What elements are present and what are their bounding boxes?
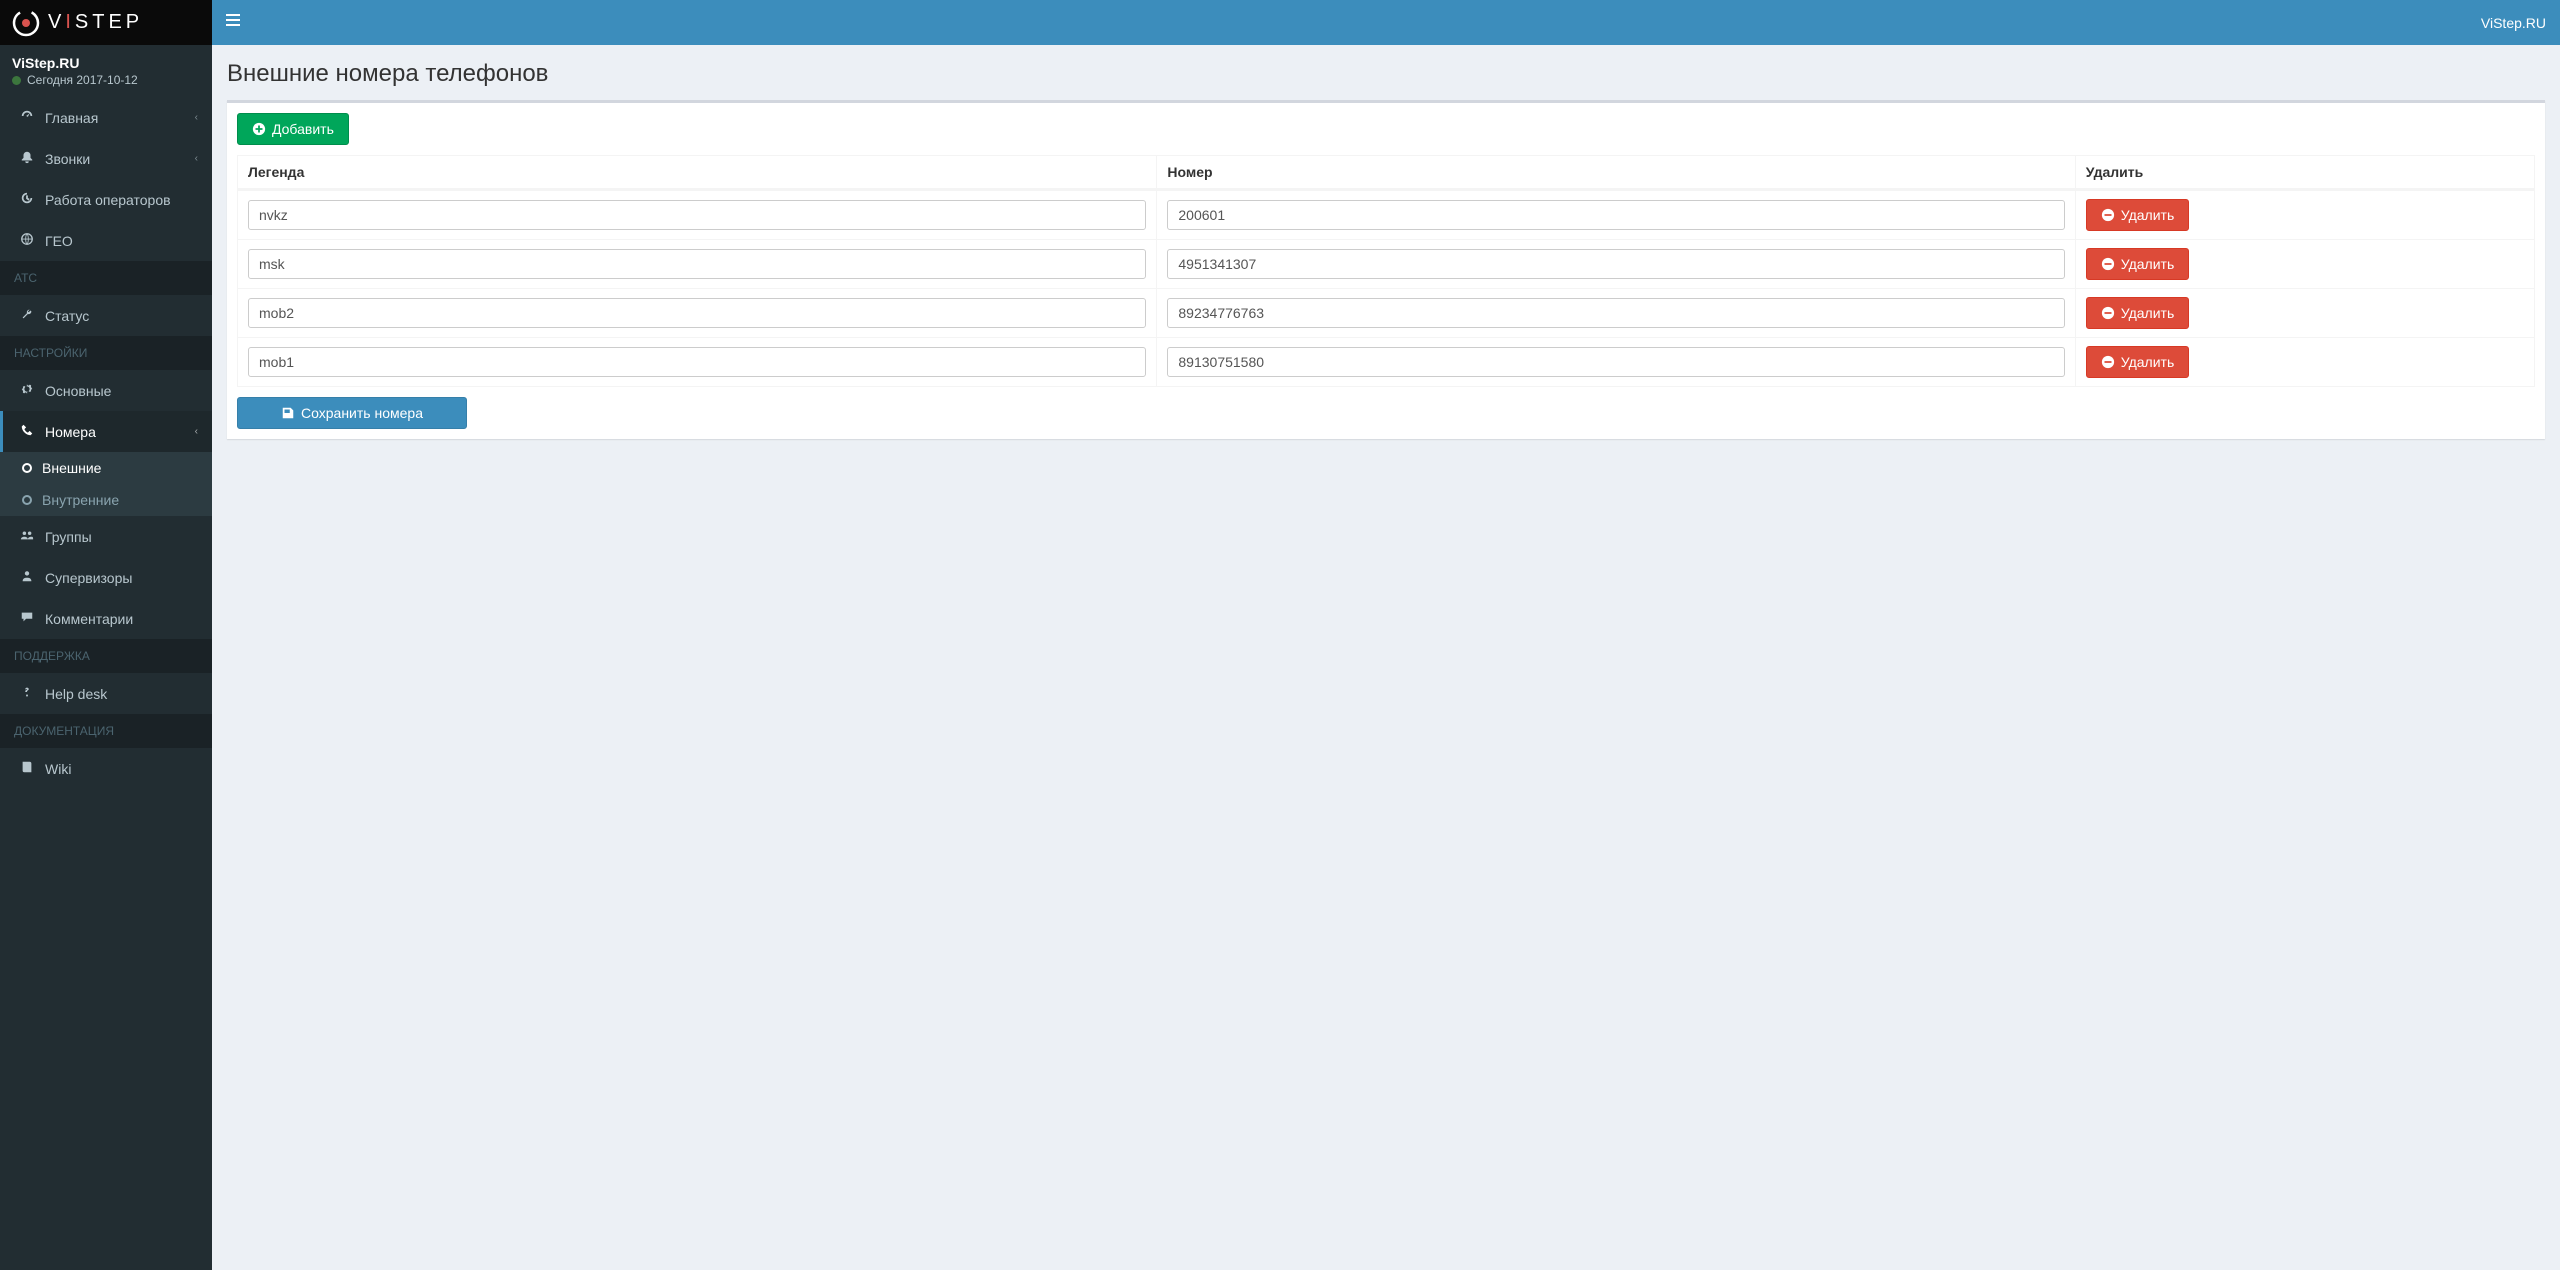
topbar: ViStep.RU <box>212 0 2560 45</box>
nav-section-docs: ДОКУМЕНТАЦИЯ <box>0 714 212 748</box>
sidebar-item[interactable]: Супервизоры <box>0 557 212 598</box>
sidebar-item-label: Группы <box>45 529 92 545</box>
topbar-account-link[interactable]: ViStep.RU <box>2481 15 2546 31</box>
sidebar-item[interactable]: Группы <box>0 516 212 557</box>
sidebar-subitem-label: Внешние <box>42 460 101 476</box>
legend-input[interactable] <box>248 298 1146 328</box>
sidebar-item-label: Супервизоры <box>45 570 132 586</box>
sidebar-item[interactable]: Звонки ‹ <box>0 138 212 179</box>
sidebar-subitem[interactable]: Внешние <box>0 452 212 484</box>
col-header-number: Номер <box>1156 156 2074 190</box>
sidebar-item[interactable]: Основные <box>0 370 212 411</box>
dashboard-icon <box>17 109 37 126</box>
add-button[interactable]: Добавить <box>237 113 349 145</box>
person-icon <box>17 569 37 586</box>
col-header-legend: Легенда <box>238 156 1156 190</box>
sidebar-item-label: Wiki <box>45 761 71 777</box>
logo-icon <box>10 7 42 39</box>
minus-circle-icon <box>2101 355 2115 369</box>
sidebar-item[interactable]: Работа операторов <box>0 179 212 220</box>
circle-icon <box>22 463 32 473</box>
wrench-icon <box>17 307 37 324</box>
content: Внешние номера телефонов Добавить Легенд… <box>212 45 2560 459</box>
sidebar-item-label: ГЕО <box>45 233 73 249</box>
nav-section-support: ПОДДЕРЖКА <box>0 639 212 673</box>
delete-button[interactable]: Удалить <box>2086 346 2189 378</box>
sidebar-subitem[interactable]: Внутренние <box>0 484 212 516</box>
sidebar-item-label: Номера <box>45 424 96 440</box>
book-icon <box>17 760 37 777</box>
sidebar-item[interactable]: Номера ‹ <box>0 411 212 452</box>
user-name: ViStep.RU <box>12 55 200 71</box>
comment-icon <box>17 610 37 627</box>
nav-section-atc: АТС <box>0 261 212 295</box>
minus-circle-icon <box>2101 208 2115 222</box>
save-button-label: Сохранить номера <box>301 405 423 421</box>
nav-section-settings: НАСТРОЙКИ <box>0 336 212 370</box>
sidebar-item-label: Главная <box>45 110 98 126</box>
circle-icon <box>22 495 32 505</box>
history-icon <box>17 191 37 208</box>
globe-icon <box>17 232 37 249</box>
status-dot-icon <box>12 76 21 85</box>
numbers-table: Легенда Номер Удалить Удалить Удалить Удал… <box>237 155 2535 387</box>
numbers-box: Добавить Легенда Номер Удалить Удалить Уд… <box>227 100 2545 439</box>
page-title: Внешние номера телефонов <box>227 60 2545 88</box>
delete-button-label: Удалить <box>2121 305 2174 321</box>
delete-button-label: Удалить <box>2121 256 2174 272</box>
delete-button[interactable]: Удалить <box>2086 297 2189 329</box>
main: ViStep.RU Внешние номера телефонов Добав… <box>212 0 2560 1270</box>
delete-button[interactable]: Удалить <box>2086 248 2189 280</box>
sidebar-submenu: Внешние Внутренние <box>0 452 212 516</box>
minus-circle-icon <box>2101 257 2115 271</box>
legend-input[interactable] <box>248 347 1146 377</box>
delete-button-label: Удалить <box>2121 354 2174 370</box>
delete-button[interactable]: Удалить <box>2086 199 2189 231</box>
legend-input[interactable] <box>248 200 1146 230</box>
save-icon <box>281 406 295 420</box>
sidebar-item-label: Help desk <box>45 686 107 702</box>
sidebar-item-label: Комментарии <box>45 611 133 627</box>
number-input[interactable] <box>1167 298 2064 328</box>
users-icon <box>17 528 37 545</box>
sidebar: VISTEP ViStep.RU Сегодня 2017-10-12 Глав… <box>0 0 212 1270</box>
number-input[interactable] <box>1167 249 2064 279</box>
save-button[interactable]: Сохранить номера <box>237 397 467 429</box>
brand-logo[interactable]: VISTEP <box>0 0 212 45</box>
sidebar-item[interactable]: Главная ‹ <box>0 97 212 138</box>
menu-toggle-icon[interactable] <box>226 13 240 32</box>
plus-circle-icon <box>252 122 266 136</box>
add-button-label: Добавить <box>272 121 334 137</box>
table-row: Удалить <box>238 337 2534 386</box>
sidebar-subitem-label: Внутренние <box>42 492 119 508</box>
col-header-delete: Удалить <box>2075 156 2534 190</box>
number-input[interactable] <box>1167 200 2064 230</box>
sidebar-item[interactable]: Help desk <box>0 673 212 714</box>
chevron-left-icon: ‹ <box>195 153 198 164</box>
delete-button-label: Удалить <box>2121 207 2174 223</box>
number-input[interactable] <box>1167 347 2064 377</box>
brand-text: VISTEP <box>48 11 143 34</box>
chevron-left-icon: ‹ <box>195 426 198 437</box>
sidebar-item[interactable]: ГЕО <box>0 220 212 261</box>
table-row: Удалить <box>238 288 2534 337</box>
table-row: Удалить <box>238 239 2534 288</box>
bell-icon <box>17 150 37 167</box>
table-row: Удалить <box>238 190 2534 239</box>
legend-input[interactable] <box>248 249 1146 279</box>
user-panel: ViStep.RU Сегодня 2017-10-12 <box>0 45 212 97</box>
sidebar-item[interactable]: Wiki <box>0 748 212 789</box>
gear-icon <box>17 382 37 399</box>
sidebar-item[interactable]: Статус <box>0 295 212 336</box>
sidebar-item-label: Звонки <box>45 151 90 167</box>
question-icon <box>17 685 37 702</box>
sidebar-item[interactable]: Комментарии <box>0 598 212 639</box>
phone-icon <box>17 423 37 440</box>
chevron-left-icon: ‹ <box>195 112 198 123</box>
minus-circle-icon <box>2101 306 2115 320</box>
sidebar-item-label: Основные <box>45 383 111 399</box>
sidebar-item-label: Работа операторов <box>45 192 171 208</box>
user-date: Сегодня 2017-10-12 <box>12 73 200 87</box>
sidebar-item-label: Статус <box>45 308 89 324</box>
